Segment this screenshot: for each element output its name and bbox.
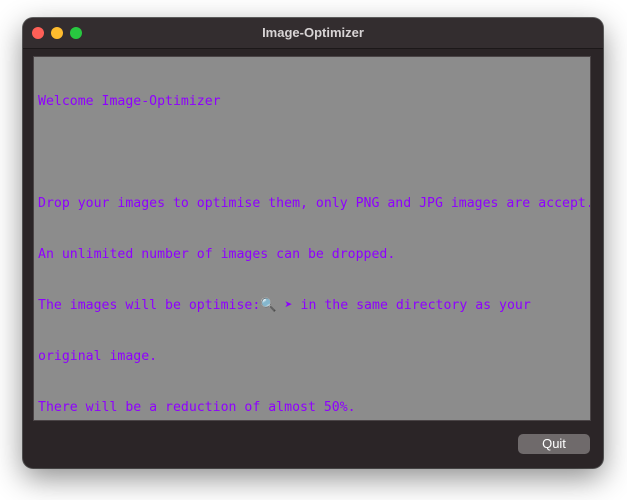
text-line-blank (38, 144, 586, 161)
text-line-drop-instructions: Drop your images to optimise them, only … (38, 196, 591, 211)
text-line-output-location: The images will be optimise:🔍 ➤ in the s… (38, 298, 531, 313)
message-text-area[interactable]: Welcome Image-Optimizer Drop your images… (33, 56, 591, 421)
text-line-welcome: Welcome Image-Optimizer (38, 94, 221, 109)
text-line-reduction: There will be a reduction of almost 50%. (38, 400, 356, 415)
title-bar[interactable]: Image-Optimizer (23, 18, 603, 49)
app-window: Image-Optimizer Welcome Image-Optimizer … (23, 18, 603, 468)
text-line-unlimited: An unlimited number of images can be dro… (38, 247, 396, 262)
window-title: Image-Optimizer (262, 25, 364, 40)
text-line-output-location-cont: original image. (38, 349, 158, 364)
quit-button[interactable]: Quit (518, 434, 590, 454)
